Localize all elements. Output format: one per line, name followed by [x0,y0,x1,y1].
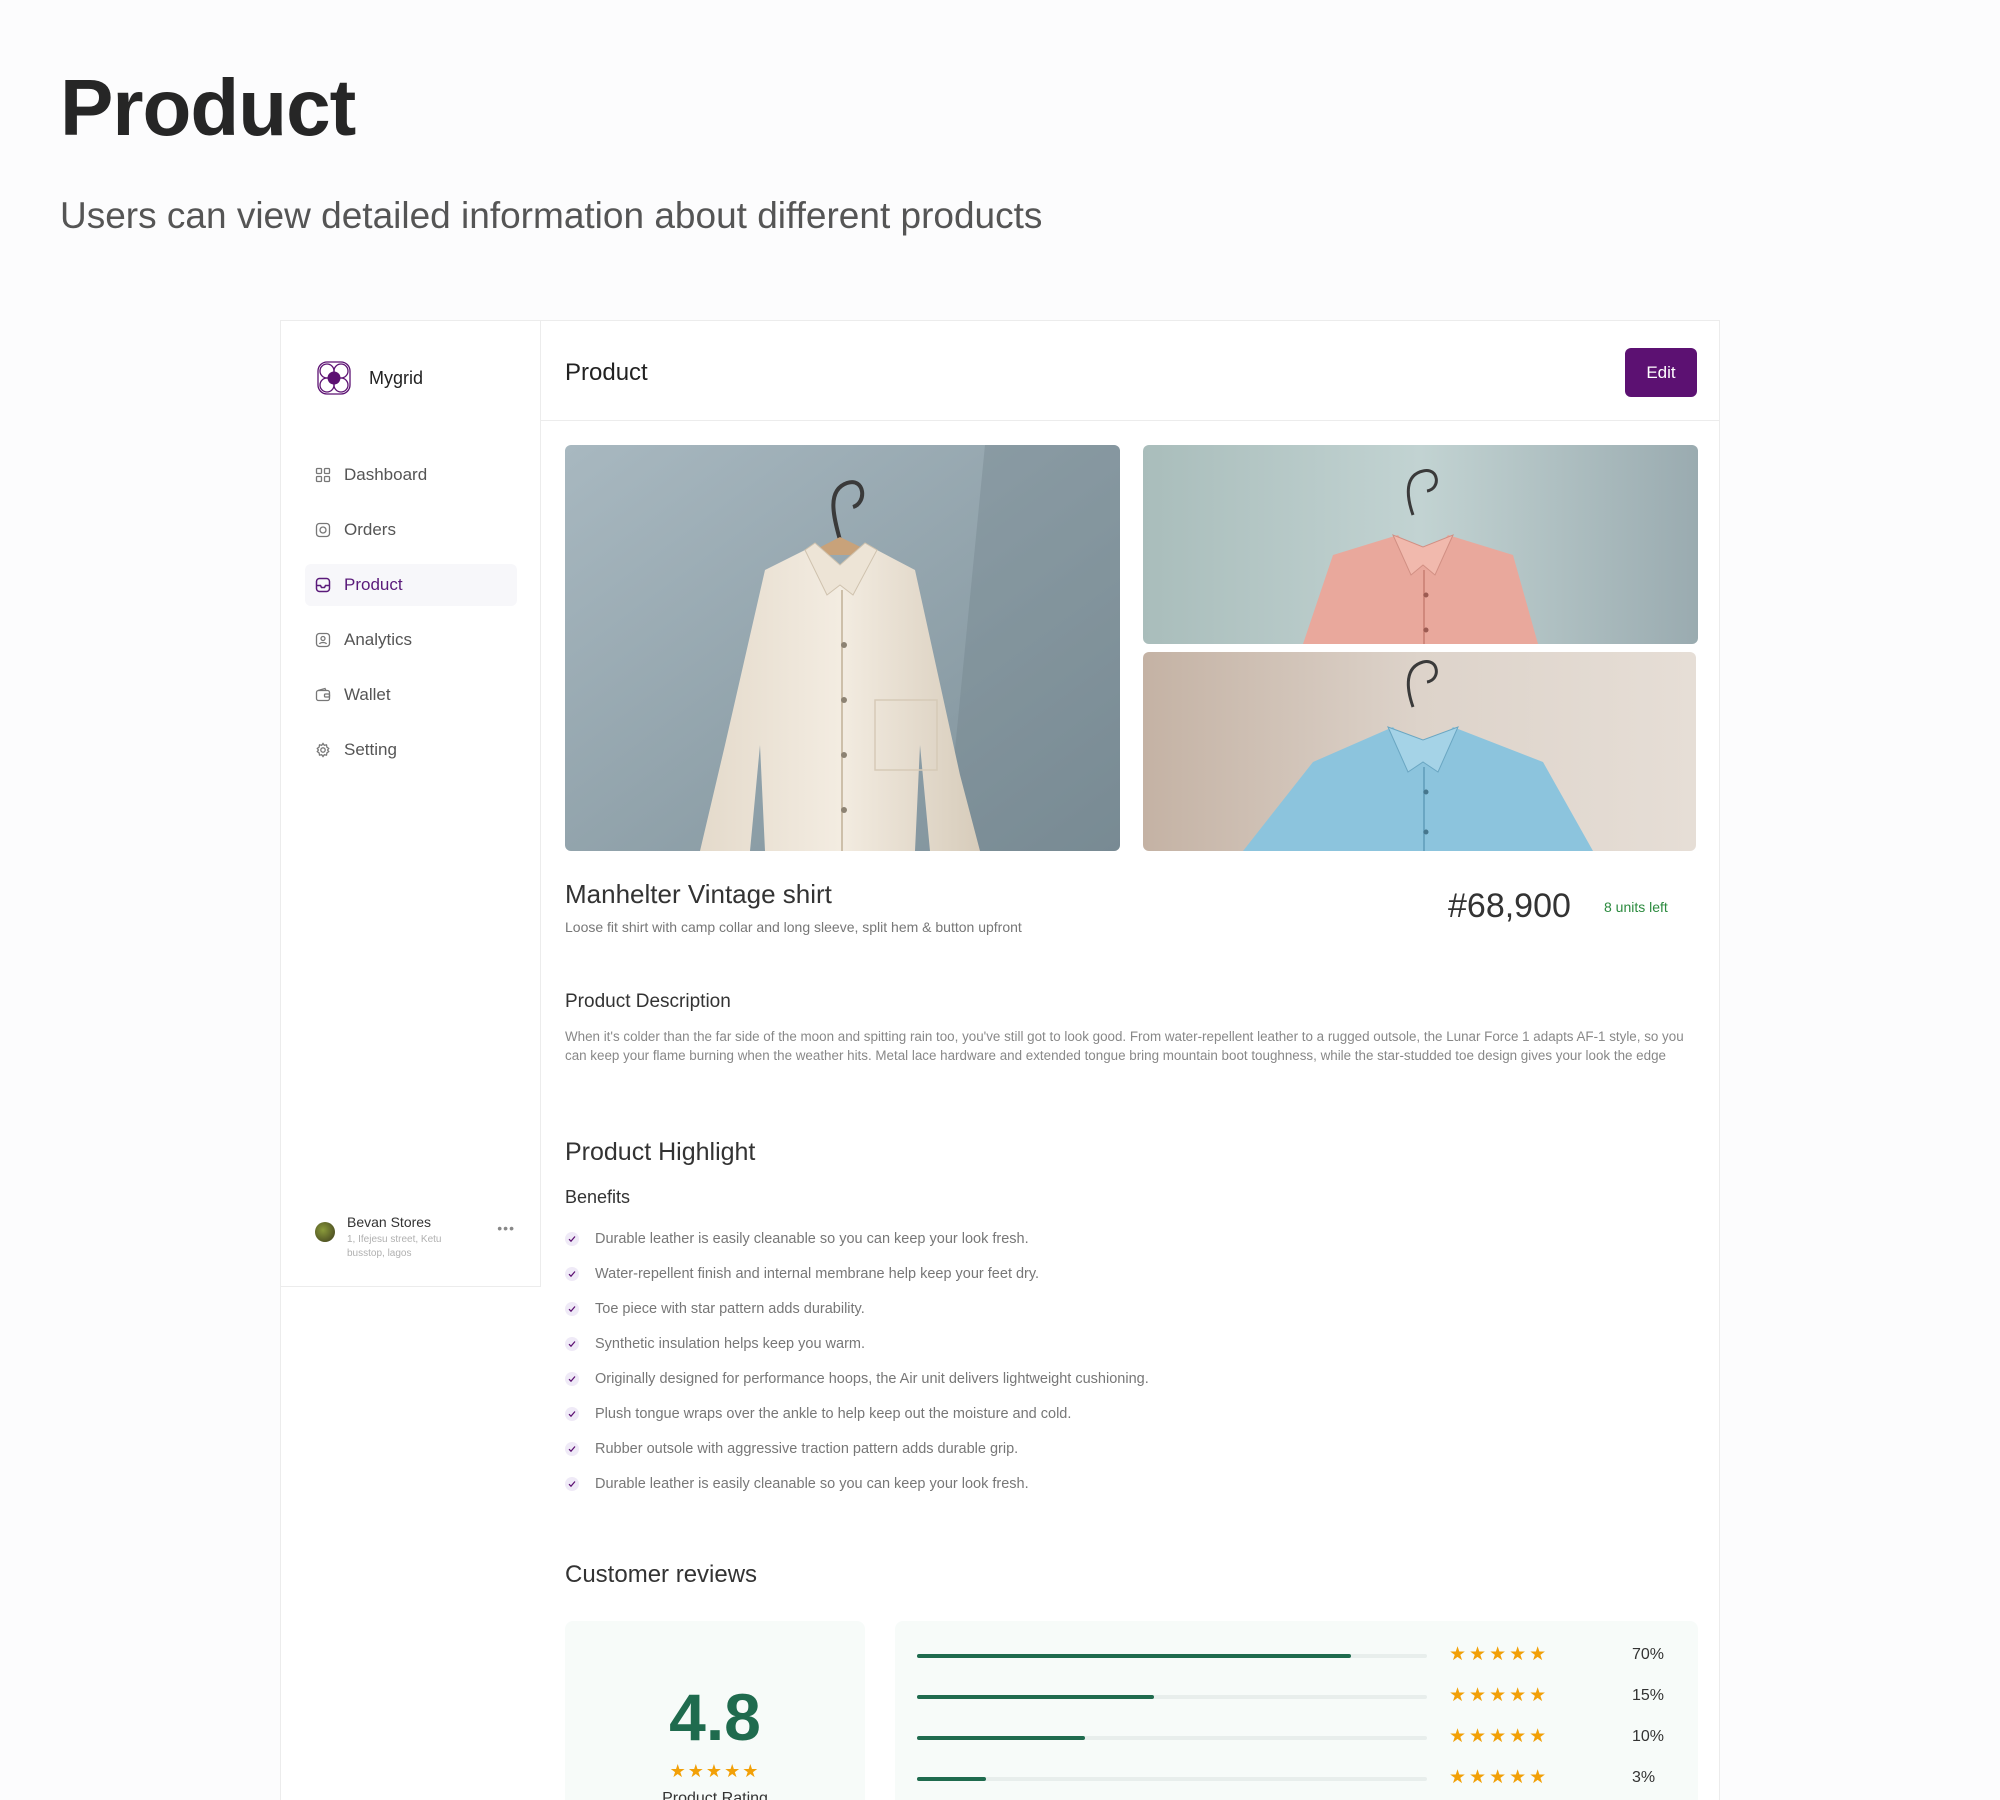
list-item: Durable leather is easily cleanable so y… [565,1466,1149,1501]
sidebar-item-label: Setting [344,740,397,759]
benefit-text: Synthetic insulation helps keep you warm… [595,1335,866,1352]
rating-row: ★★★★★ 15% [917,1686,1677,1706]
stock-badge: 8 units left [1604,899,1668,915]
benefit-text: Originally designed for performance hoop… [595,1370,1149,1387]
rating-label: Product Rating [662,1790,768,1800]
star-icon: ★★★★★ [1449,1726,1550,1747]
benefits-list: Durable leather is easily cleanable so y… [565,1221,1149,1501]
rating-percent: 15% [1632,1687,1665,1704]
gear-icon [316,742,330,758]
analytics-icon [315,632,331,648]
rating-value: 4.8 [669,1680,761,1754]
sidebar-item-product[interactable]: Product [305,564,517,606]
product-icon [315,577,331,593]
sidebar-item-label: Wallet [344,685,391,704]
sidebar: Mygrid Dashboard Orders Product Analytic… [281,321,541,1287]
page-title: Product [565,359,648,386]
rating-bar-track [917,1736,1427,1740]
benefit-text: Plush tongue wraps over the ankle to hel… [595,1405,1072,1422]
check-icon [565,1336,579,1351]
rating-row: ★★★★★ 70% [917,1645,1677,1665]
rating-bar-fill [917,1695,1155,1699]
edit-button[interactable]: Edit [1625,348,1697,397]
sidebar-item-label: Orders [344,520,396,539]
rating-bar-track [917,1777,1427,1781]
hero-title: Product [60,63,356,152]
sidebar-item-label: Analytics [344,630,413,649]
store-address: 1, Ifejesu street, Ketu busstop, lagos [347,1234,442,1259]
rating-bar-track [917,1654,1427,1658]
rating-bar-track [917,1695,1427,1699]
highlight-title: Product Highlight [565,1138,756,1166]
star-icon: ★★★★★ [1449,1644,1550,1665]
rating-percent: 70% [1632,1646,1665,1663]
product-image-pink[interactable] [1143,445,1698,644]
rating-distribution: ★★★★★ 70% ★★★★★ 15% ★★★★★ 10% ★★★★★ 3% [895,1621,1698,1800]
rating-summary: 4.8 ★★★★★ Product Rating [565,1621,865,1800]
list-item: Water-repellent finish and internal memb… [565,1256,1149,1291]
brand-name: Mygrid [369,367,424,388]
rating-bar-fill [917,1777,986,1781]
hero-subtitle: Users can view detailed information abou… [60,195,1043,236]
description-body: When it's colder than the far side of th… [565,1029,1684,1063]
rating-bar-fill [917,1654,1351,1658]
rating-bar-fill [917,1736,1086,1740]
list-item: Originally designed for performance hoop… [565,1361,1149,1396]
app-window: Mygrid Dashboard Orders Product Analytic… [280,320,1720,1800]
check-icon [565,1371,579,1386]
sidebar-item-label: Dashboard [344,465,428,484]
topbar: Product Edit [541,321,1719,421]
list-item: Toe piece with star pattern adds durabil… [565,1291,1149,1326]
check-icon [565,1406,579,1421]
rating-percent: 10% [1632,1728,1665,1745]
sidebar-item-wallet[interactable]: Wallet [305,674,517,716]
benefit-text: Water-repellent finish and internal memb… [595,1265,1040,1282]
list-item: Synthetic insulation helps keep you warm… [565,1326,1149,1361]
star-icon: ★★★★★ [669,1761,761,1781]
sidebar-item-setting[interactable]: Setting [305,729,517,771]
check-icon [565,1301,579,1316]
product-image-blue[interactable] [1143,652,1696,851]
sidebar-item-analytics[interactable]: Analytics [305,619,517,661]
check-icon [565,1266,579,1281]
sidebar-nav: Dashboard Orders Product Analytics Walle… [305,454,517,784]
check-icon [565,1441,579,1456]
benefits-title: Benefits [565,1187,631,1207]
sidebar-item-dashboard[interactable]: Dashboard [305,454,517,496]
sidebar-item-orders[interactable]: Orders [305,509,517,551]
benefit-text: Durable leather is easily cleanable so y… [595,1230,1029,1247]
rating-row: ★★★★★ 10% [917,1727,1677,1747]
store-name: Bevan Stores [347,1214,432,1230]
product-tagline: Loose fit shirt with camp collar and lon… [565,919,1022,935]
avatar [315,1222,335,1242]
product-image-main[interactable] [565,445,1120,851]
check-icon [565,1476,579,1491]
reviews-title: Customer reviews [565,1561,758,1588]
star-icon: ★★★★★ [1449,1767,1550,1788]
orders-icon [315,522,331,538]
check-icon [565,1231,579,1246]
description-title: Product Description [565,991,731,1012]
star-icon: ★★★★★ [1449,1685,1550,1706]
list-item: Durable leather is easily cleanable so y… [565,1221,1149,1256]
benefit-text: Durable leather is easily cleanable so y… [595,1475,1029,1492]
product-name: Manhelter Vintage shirt [565,879,832,909]
sidebar-item-label: Product [344,575,403,594]
grid-icon [315,467,331,483]
list-item: Plush tongue wraps over the ankle to hel… [565,1396,1149,1431]
list-item: Rubber outsole with aggressive traction … [565,1431,1149,1466]
store-profile[interactable]: Bevan Stores 1, Ifejesu street, Ketu bus… [315,1214,515,1261]
benefit-text: Toe piece with star pattern adds durabil… [595,1300,865,1317]
benefit-text: Rubber outsole with aggressive traction … [595,1440,1019,1457]
brand[interactable]: Mygrid [315,359,423,397]
product-price: #68,900 [1448,887,1571,925]
grid-flower-logo [317,361,351,395]
more-horizontal-icon[interactable]: ••• [497,1220,515,1236]
rating-percent: 3% [1632,1769,1656,1786]
wallet-icon [315,687,331,702]
rating-row: ★★★★★ 3% [917,1768,1677,1788]
